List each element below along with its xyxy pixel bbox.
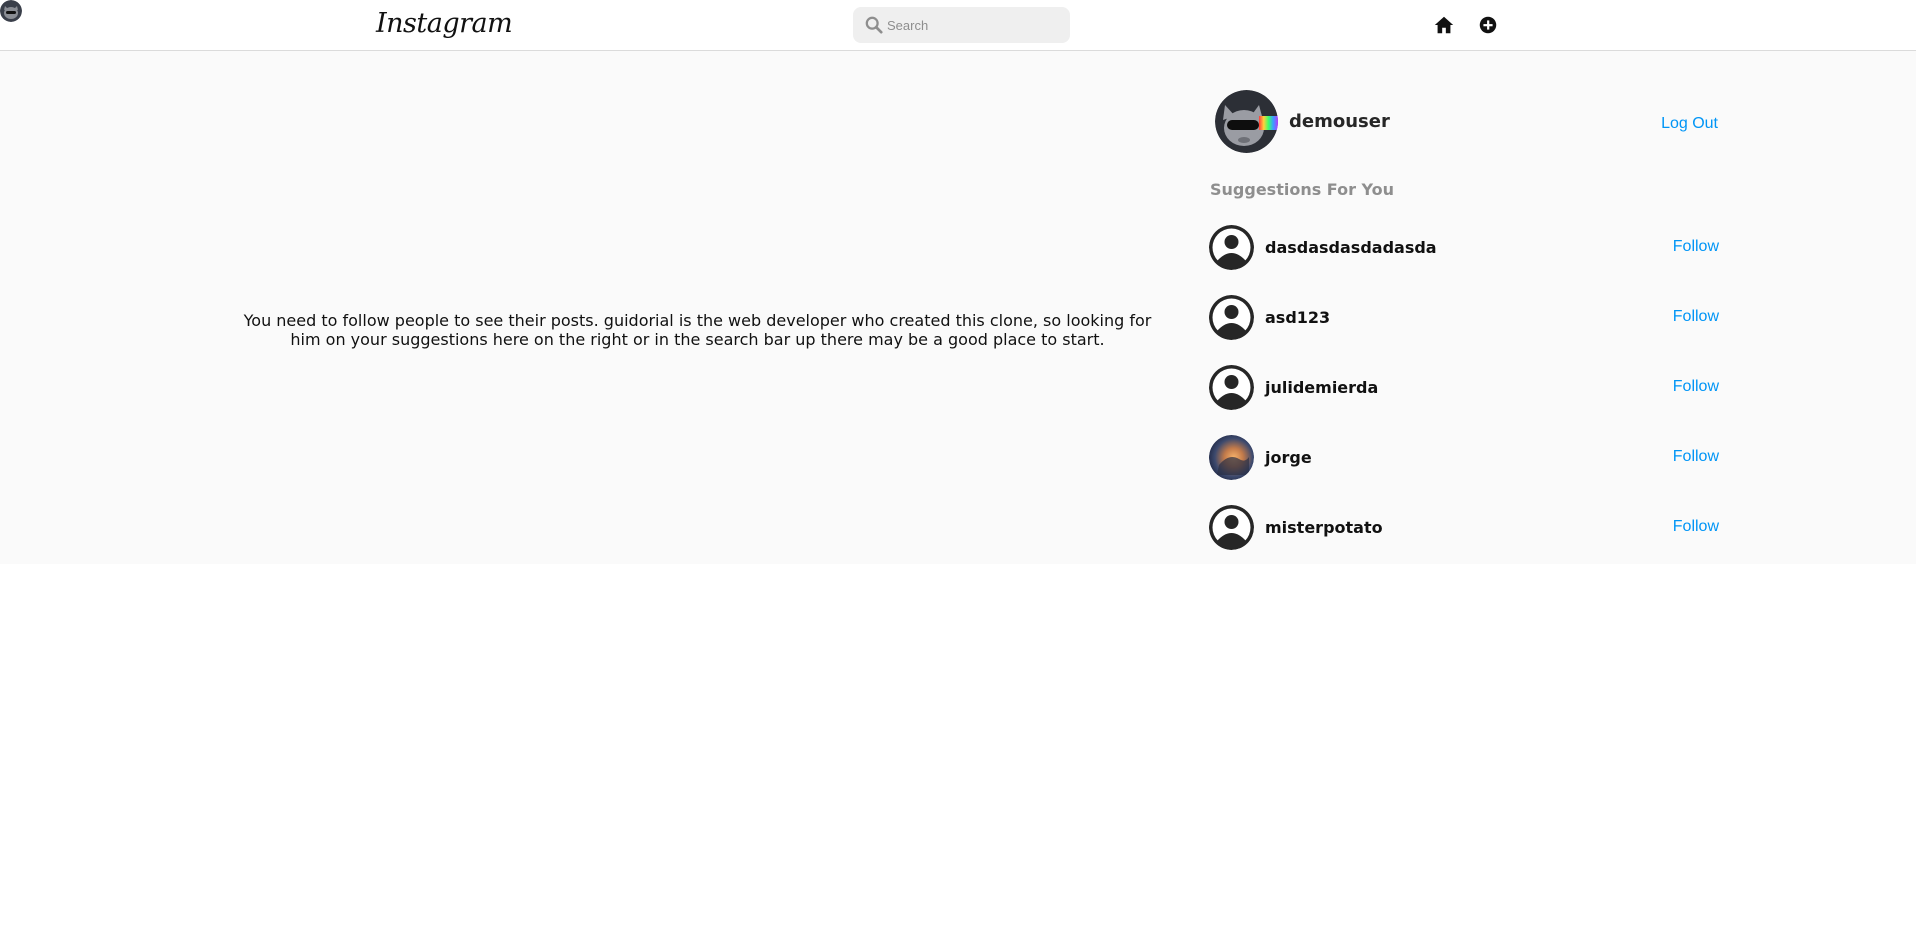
default-avatar-icon[interactable]	[1209, 365, 1254, 410]
home-icon[interactable]	[1433, 14, 1455, 36]
search-bar[interactable]	[853, 7, 1070, 43]
suggestion-item: asd123 Follow	[1209, 295, 1719, 341]
follow-button[interactable]: Follow	[1673, 238, 1719, 256]
instagram-logo[interactable]: Instagram	[376, 4, 513, 44]
suggestion-item: misterpotato Follow	[1209, 505, 1719, 551]
add-post-icon[interactable]	[1477, 14, 1499, 36]
suggestion-username[interactable]: asd123	[1265, 308, 1330, 327]
suggestion-item: dasdasdasdadasda Follow	[1209, 225, 1719, 271]
suggestion-username[interactable]: julidemierda	[1265, 378, 1378, 397]
suggestion-username[interactable]: misterpotato	[1265, 518, 1383, 537]
main-content: You need to follow people to see their p…	[0, 51, 1916, 564]
follow-button[interactable]: Follow	[1673, 448, 1719, 466]
follow-button[interactable]: Follow	[1673, 518, 1719, 536]
logout-button[interactable]: Log Out	[1661, 115, 1718, 133]
suggestion-username[interactable]: jorge	[1265, 448, 1312, 467]
suggestion-item: julidemierda Follow	[1209, 365, 1719, 411]
photo-avatar-icon[interactable]	[1209, 435, 1254, 480]
suggestions-heading: Suggestions For You	[1210, 180, 1395, 199]
search-icon	[865, 16, 883, 34]
search-input[interactable]	[887, 7, 1062, 43]
user-avatar[interactable]	[1215, 90, 1278, 153]
profile-avatar-icon[interactable]	[0, 0, 22, 22]
empty-feed-message: You need to follow people to see their p…	[243, 311, 1152, 349]
default-avatar-icon[interactable]	[1209, 295, 1254, 340]
suggestion-username[interactable]: dasdasdasdadasda	[1265, 238, 1437, 257]
current-username[interactable]: demouser	[1289, 111, 1390, 132]
default-avatar-icon[interactable]	[1209, 225, 1254, 270]
default-avatar-icon[interactable]	[1209, 505, 1254, 550]
suggestion-item: jorge Follow	[1209, 435, 1719, 481]
follow-button[interactable]: Follow	[1673, 378, 1719, 396]
top-nav-bar: Instagram	[0, 0, 1916, 51]
follow-button[interactable]: Follow	[1673, 308, 1719, 326]
